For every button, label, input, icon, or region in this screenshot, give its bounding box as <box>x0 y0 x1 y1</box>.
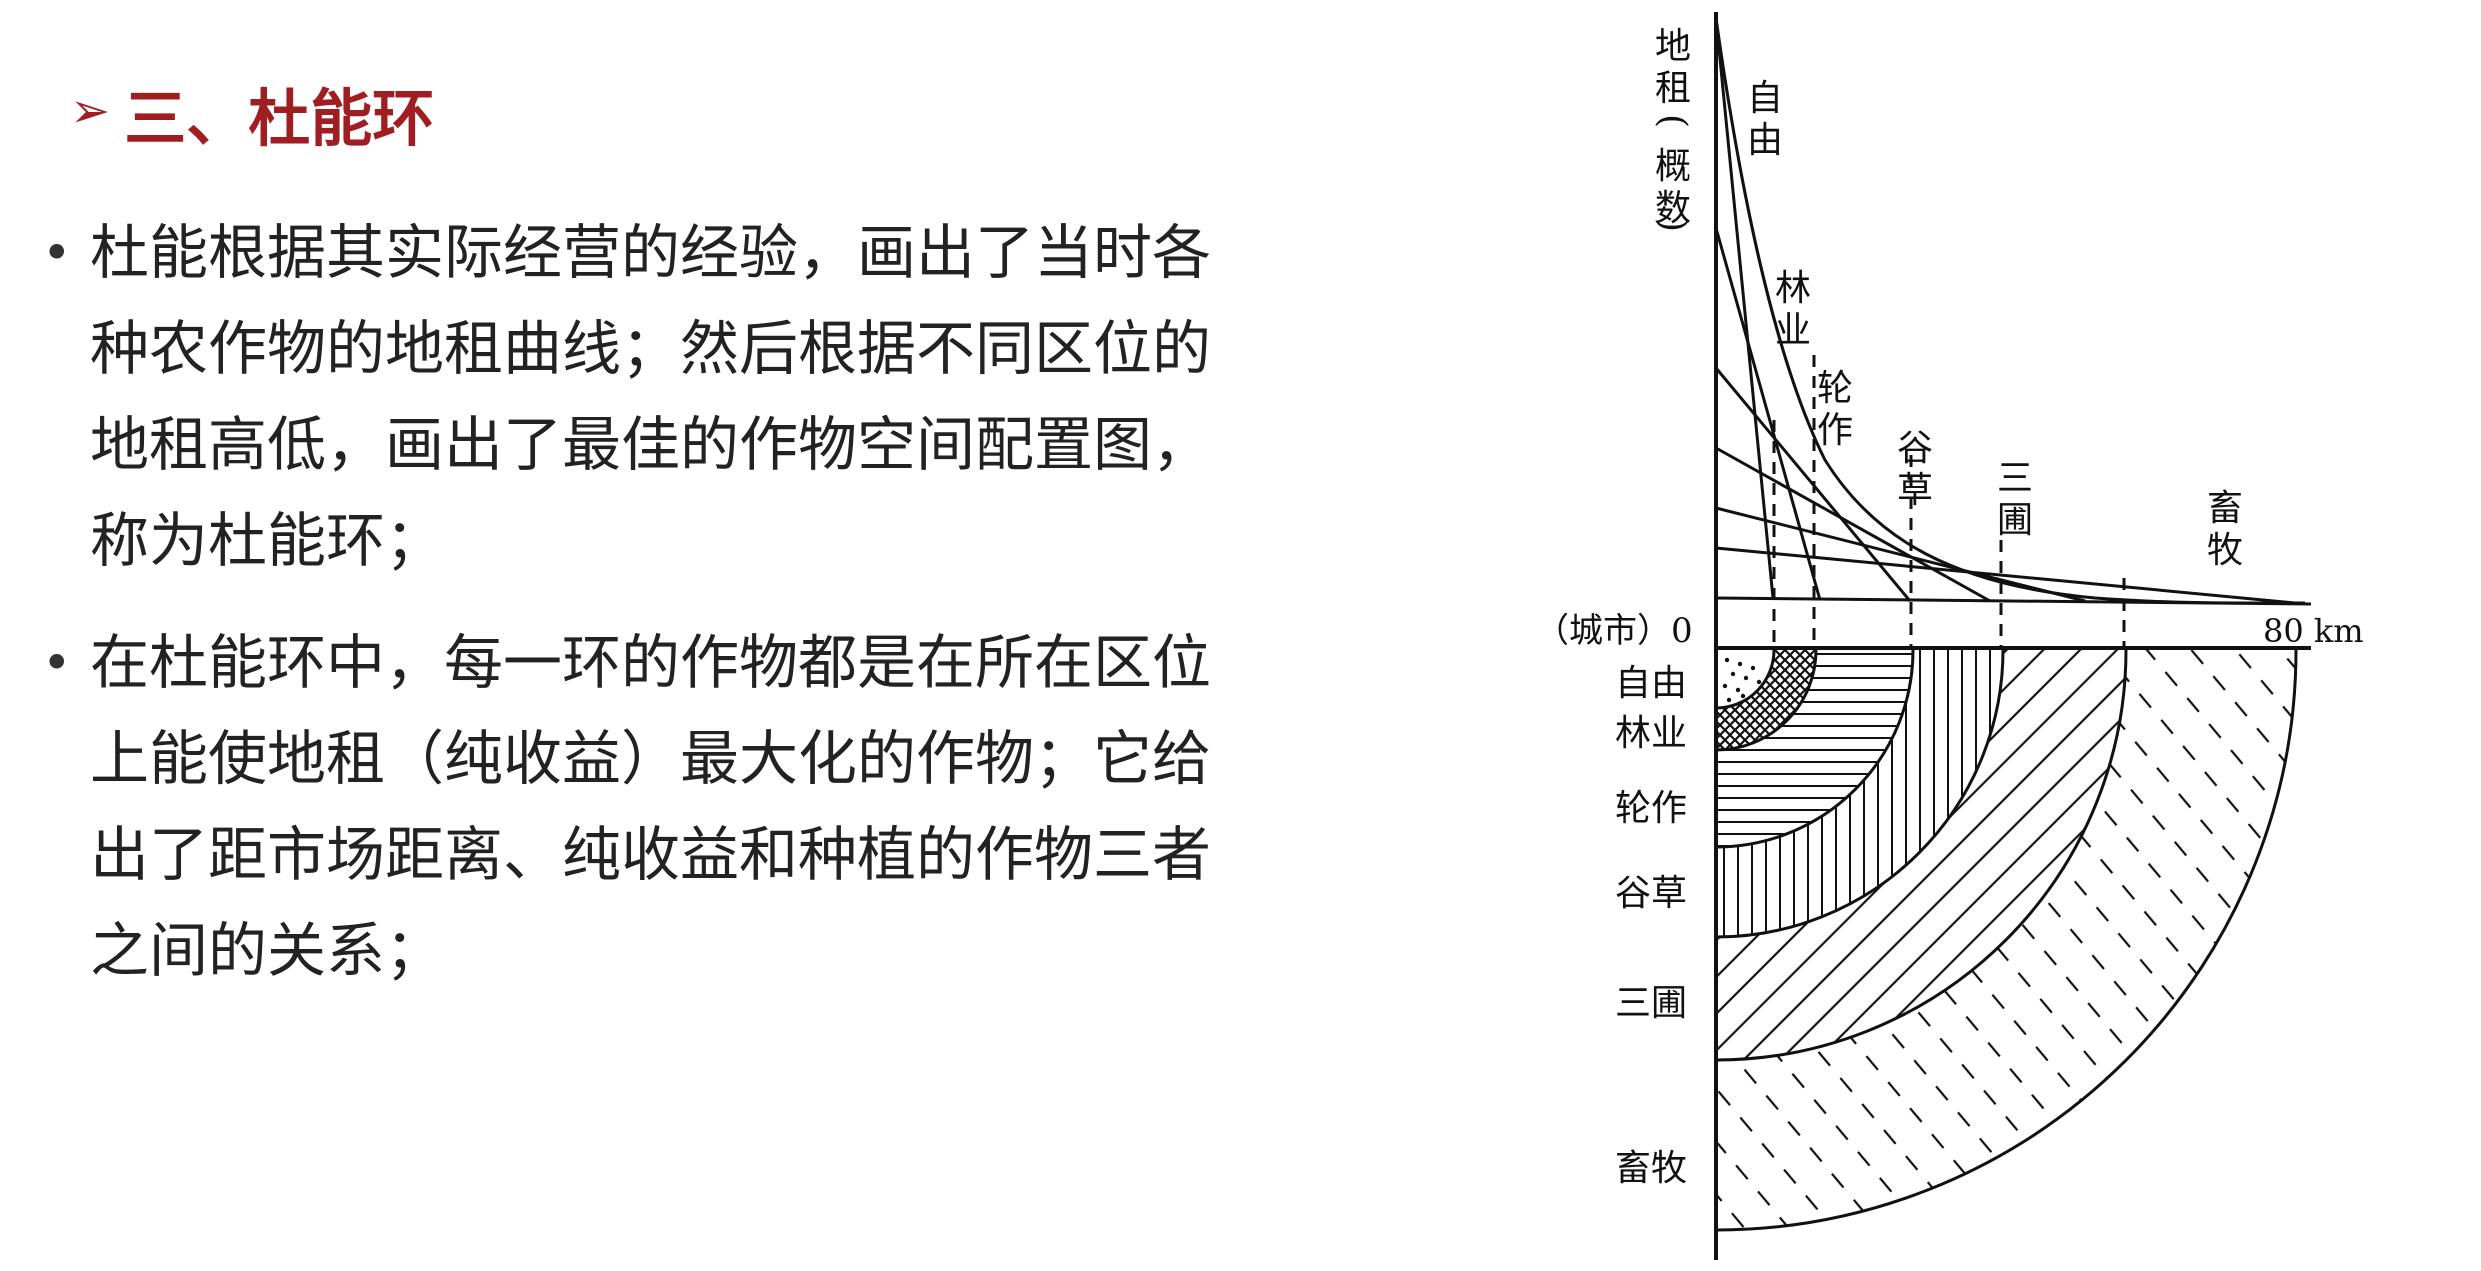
y-axis-label-char: ( <box>1652 114 1693 128</box>
ring-label: 三圃 <box>1615 983 1687 1024</box>
curve-label-forestry: 林业 <box>1775 268 1811 351</box>
bullet-dot-icon: • <box>42 634 72 692</box>
thunen-ring-diagram: 地 租 ( 概 数 ) 自由 林业 轮作 谷草 三圃 畜牧 （城市）0 80 k… <box>1535 0 2481 1271</box>
rent-curve-grain-grass <box>1715 446 1991 603</box>
bullet-item: • 在杜能环中，每一环的作物都是在所在区位上能使地租（纯收益）最大化的作物；它给… <box>28 615 1268 999</box>
ring-label: 轮作 <box>1615 788 1687 829</box>
origin-label: （城市）0 <box>1535 611 1693 651</box>
bullet-text: 杜能根据其实际经营的经验，画出了当时各种农作物的地租曲线；然后根据不同区位的地租… <box>90 218 1212 575</box>
y-axis-label: 地 租 ( 概 数 ) <box>1652 26 1693 232</box>
curve-label-rotation: 轮作 <box>1817 368 1853 451</box>
bullet-item: • 杜能根据其实际经营的经验，画出了当时各种农作物的地租曲线；然后根据不同区位的… <box>28 205 1268 589</box>
title-text: 三、杜能环 <box>124 82 435 155</box>
y-axis-label-char: ) <box>1652 218 1693 232</box>
bullet-text: 在杜能环中，每一环的作物都是在所在区位上能使地租（纯收益）最大化的作物；它给出了… <box>90 628 1212 985</box>
title-arrow-icon: ➢ <box>70 83 111 139</box>
distance-label: 80 km <box>2263 612 2364 650</box>
curve-label-free: 自由 <box>1747 78 1783 161</box>
bullet-list: • 杜能根据其实际经营的经验，画出了当时各种农作物的地租曲线；然后根据不同区位的… <box>28 205 1268 1025</box>
curve-label-grain-grass: 谷草 <box>1897 428 1933 511</box>
ring-label: 畜牧 <box>1615 1148 1687 1189</box>
y-axis-label-char: 租 <box>1655 68 1691 109</box>
curve-label-pastoral: 畜牧 <box>2207 488 2243 571</box>
bullet-dot-icon: • <box>42 224 72 282</box>
curve-label-three-field: 三圃 <box>1997 458 2033 541</box>
rent-baseline <box>1715 596 2312 606</box>
y-axis-label-char: 地 <box>1655 26 1691 67</box>
ring-label: 谷草 <box>1615 873 1687 914</box>
slide-title: ➢ 三、杜能环 <box>70 68 434 158</box>
ring-labels: 自由 林业 轮作 谷草 三圃 畜牧 <box>1615 663 1687 1189</box>
ring-label: 自由 <box>1615 663 1687 704</box>
y-axis-label-char: 概 <box>1655 146 1691 187</box>
ring-label: 林业 <box>1615 713 1687 754</box>
